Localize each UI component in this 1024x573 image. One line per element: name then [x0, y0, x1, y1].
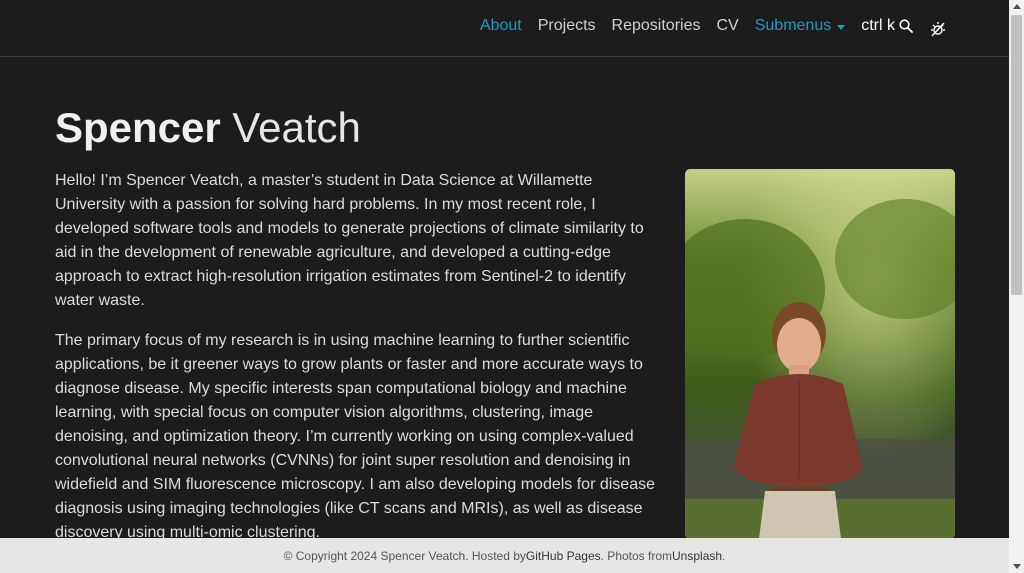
search-button[interactable]: ctrl k	[861, 17, 913, 35]
scroll-down-icon[interactable]	[1013, 564, 1021, 569]
profile-photo-image	[685, 169, 955, 539]
nav-repositories[interactable]: Repositories	[612, 17, 701, 35]
footer-middle-text: . Photos from	[600, 548, 673, 563]
search-shortcut-label: ctrl k	[861, 17, 895, 34]
bio-paragraph-2: The primary focus of my research is in u…	[55, 332, 655, 541]
page-footer: © Copyright 2024 Spencer Veatch. Hosted …	[0, 538, 1009, 573]
nav-projects[interactable]: Projects	[538, 17, 596, 35]
nav-links: About Projects Repositories CV Submenus …	[480, 17, 913, 35]
title-first-name: Spencer	[55, 104, 221, 151]
page-title: Spencer Veatch	[55, 104, 361, 152]
top-navbar: About Projects Repositories CV Submenus …	[0, 0, 1009, 57]
footer-github-link[interactable]: GitHub Pages	[526, 549, 601, 563]
vertical-scrollbar[interactable]	[1009, 0, 1024, 573]
nav-submenus-dropdown[interactable]: Submenus	[755, 17, 846, 35]
search-icon	[899, 19, 913, 33]
bio-text: Hello! I’m Spencer Veatch, a master’s st…	[55, 169, 667, 561]
footer-copyright: © Copyright 2024 Spencer Veatch. Hosted …	[283, 548, 526, 563]
bio-paragraph-1: Hello! I’m Spencer Veatch, a master’s st…	[55, 172, 644, 309]
footer-unsplash-link[interactable]: Unsplash	[672, 549, 722, 563]
nav-about[interactable]: About	[480, 17, 522, 35]
footer-suffix: .	[722, 548, 726, 563]
profile-photo	[685, 169, 955, 539]
chevron-down-icon	[837, 24, 846, 30]
title-last-name: Veatch	[232, 104, 361, 151]
scrollbar-thumb[interactable]	[1011, 15, 1022, 295]
theme-toggle-icon[interactable]	[929, 20, 947, 38]
nav-submenus-label: Submenus	[754, 17, 832, 34]
scroll-up-icon[interactable]	[1013, 4, 1021, 9]
nav-cv[interactable]: CV	[716, 17, 738, 35]
